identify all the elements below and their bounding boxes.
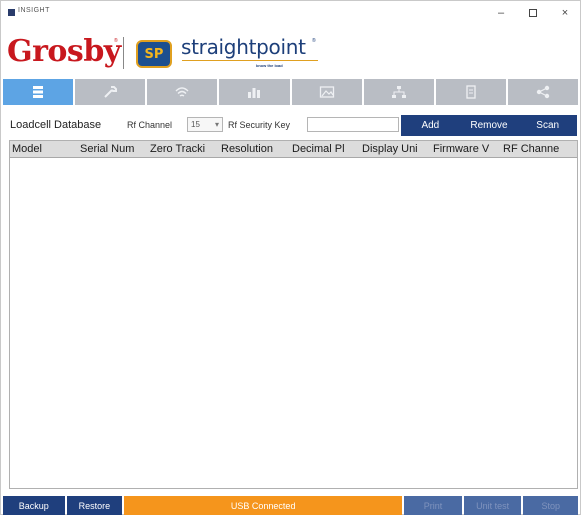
tab-network[interactable] bbox=[363, 79, 434, 105]
straightpoint-wordmark: straightpoint bbox=[181, 35, 306, 59]
settings-nodes-icon bbox=[536, 85, 550, 99]
unit-test-button[interactable]: Unit test bbox=[463, 496, 522, 515]
bar-chart-icon bbox=[248, 88, 261, 98]
close-button[interactable]: × bbox=[552, 5, 578, 21]
column-header-rf-channel[interactable]: RF Channe bbox=[501, 141, 577, 157]
crosby-logo: Grosby bbox=[7, 34, 121, 69]
column-header-display-units[interactable]: Display Uni bbox=[360, 141, 431, 157]
wrench-icon bbox=[104, 86, 118, 98]
remove-button[interactable]: Remove bbox=[460, 115, 519, 136]
sp-badge-text: SP bbox=[144, 47, 164, 62]
maximize-icon bbox=[529, 9, 537, 18]
column-header-model[interactable]: Model bbox=[10, 141, 78, 157]
chevron-down-icon: ▾ bbox=[214, 120, 219, 129]
tab-calibration[interactable] bbox=[75, 79, 146, 105]
brand-tagline: know the load bbox=[256, 63, 283, 68]
backup-button[interactable]: Backup bbox=[3, 496, 65, 515]
database-icon bbox=[33, 86, 44, 98]
loadcell-database-label: Loadcell Database bbox=[10, 119, 102, 131]
tab-chart[interactable] bbox=[219, 79, 290, 105]
footer-bar: Backup Restore USB Connected Print Unit … bbox=[1, 496, 580, 515]
column-header-decimal-places[interactable]: Decimal Pl bbox=[290, 141, 360, 157]
image-icon bbox=[319, 86, 334, 98]
minimize-button[interactable]: – bbox=[488, 5, 514, 21]
print-button[interactable]: Print bbox=[404, 496, 462, 515]
rf-channel-label: Rf Channel bbox=[127, 120, 173, 130]
title-bar: INSIGHT – × bbox=[1, 1, 580, 25]
stop-button[interactable]: Stop bbox=[523, 496, 578, 515]
column-header-firmware-version[interactable]: Firmware V bbox=[431, 141, 501, 157]
tab-wireless[interactable] bbox=[147, 79, 218, 105]
brand-header: Grosby ® SP straightpoint ® know the loa… bbox=[1, 25, 580, 77]
rf-channel-select[interactable]: 15 ▾ bbox=[187, 117, 223, 132]
tab-database[interactable] bbox=[3, 79, 74, 105]
column-header-serial-num[interactable]: Serial Num bbox=[78, 141, 148, 157]
rf-channel-value: 15 bbox=[191, 120, 200, 129]
brand-divider bbox=[123, 37, 124, 69]
window-title: INSIGHT bbox=[18, 7, 50, 14]
crosby-trademark: ® bbox=[114, 38, 118, 44]
tab-report[interactable] bbox=[435, 79, 506, 105]
straightpoint-badge-icon: SP bbox=[136, 40, 172, 68]
wordmark-underline bbox=[182, 60, 318, 61]
column-header-zero-tracking[interactable]: Zero Tracki bbox=[148, 141, 219, 157]
add-button[interactable]: Add bbox=[401, 115, 460, 136]
app-window: INSIGHT – × Grosby ® SP straightpoint ® … bbox=[0, 0, 581, 515]
filter-row: Loadcell Database Rf Channel 15 ▾ Rf Sec… bbox=[1, 113, 580, 137]
rf-security-key-label: Rf Security Key bbox=[228, 120, 291, 130]
document-icon bbox=[466, 85, 476, 99]
table-header: Model Serial Num Zero Tracki Resolution … bbox=[10, 141, 577, 158]
maximize-button[interactable] bbox=[520, 5, 546, 21]
straightpoint-trademark: ® bbox=[312, 38, 316, 44]
wifi-signal-icon bbox=[175, 87, 189, 97]
restore-button[interactable]: Restore bbox=[66, 496, 123, 515]
column-header-resolution[interactable]: Resolution bbox=[219, 141, 290, 157]
main-toolbar bbox=[1, 79, 580, 105]
network-icon bbox=[391, 86, 406, 98]
tab-settings[interactable] bbox=[507, 79, 578, 105]
rf-security-key-input[interactable] bbox=[307, 117, 399, 132]
app-icon bbox=[8, 9, 15, 16]
action-bar: Add Remove Scan bbox=[401, 115, 577, 136]
loadcell-table[interactable]: Model Serial Num Zero Tracki Resolution … bbox=[9, 140, 578, 489]
tab-image[interactable] bbox=[291, 79, 362, 105]
connection-status: USB Connected bbox=[124, 496, 403, 515]
scan-button[interactable]: Scan bbox=[518, 115, 577, 136]
